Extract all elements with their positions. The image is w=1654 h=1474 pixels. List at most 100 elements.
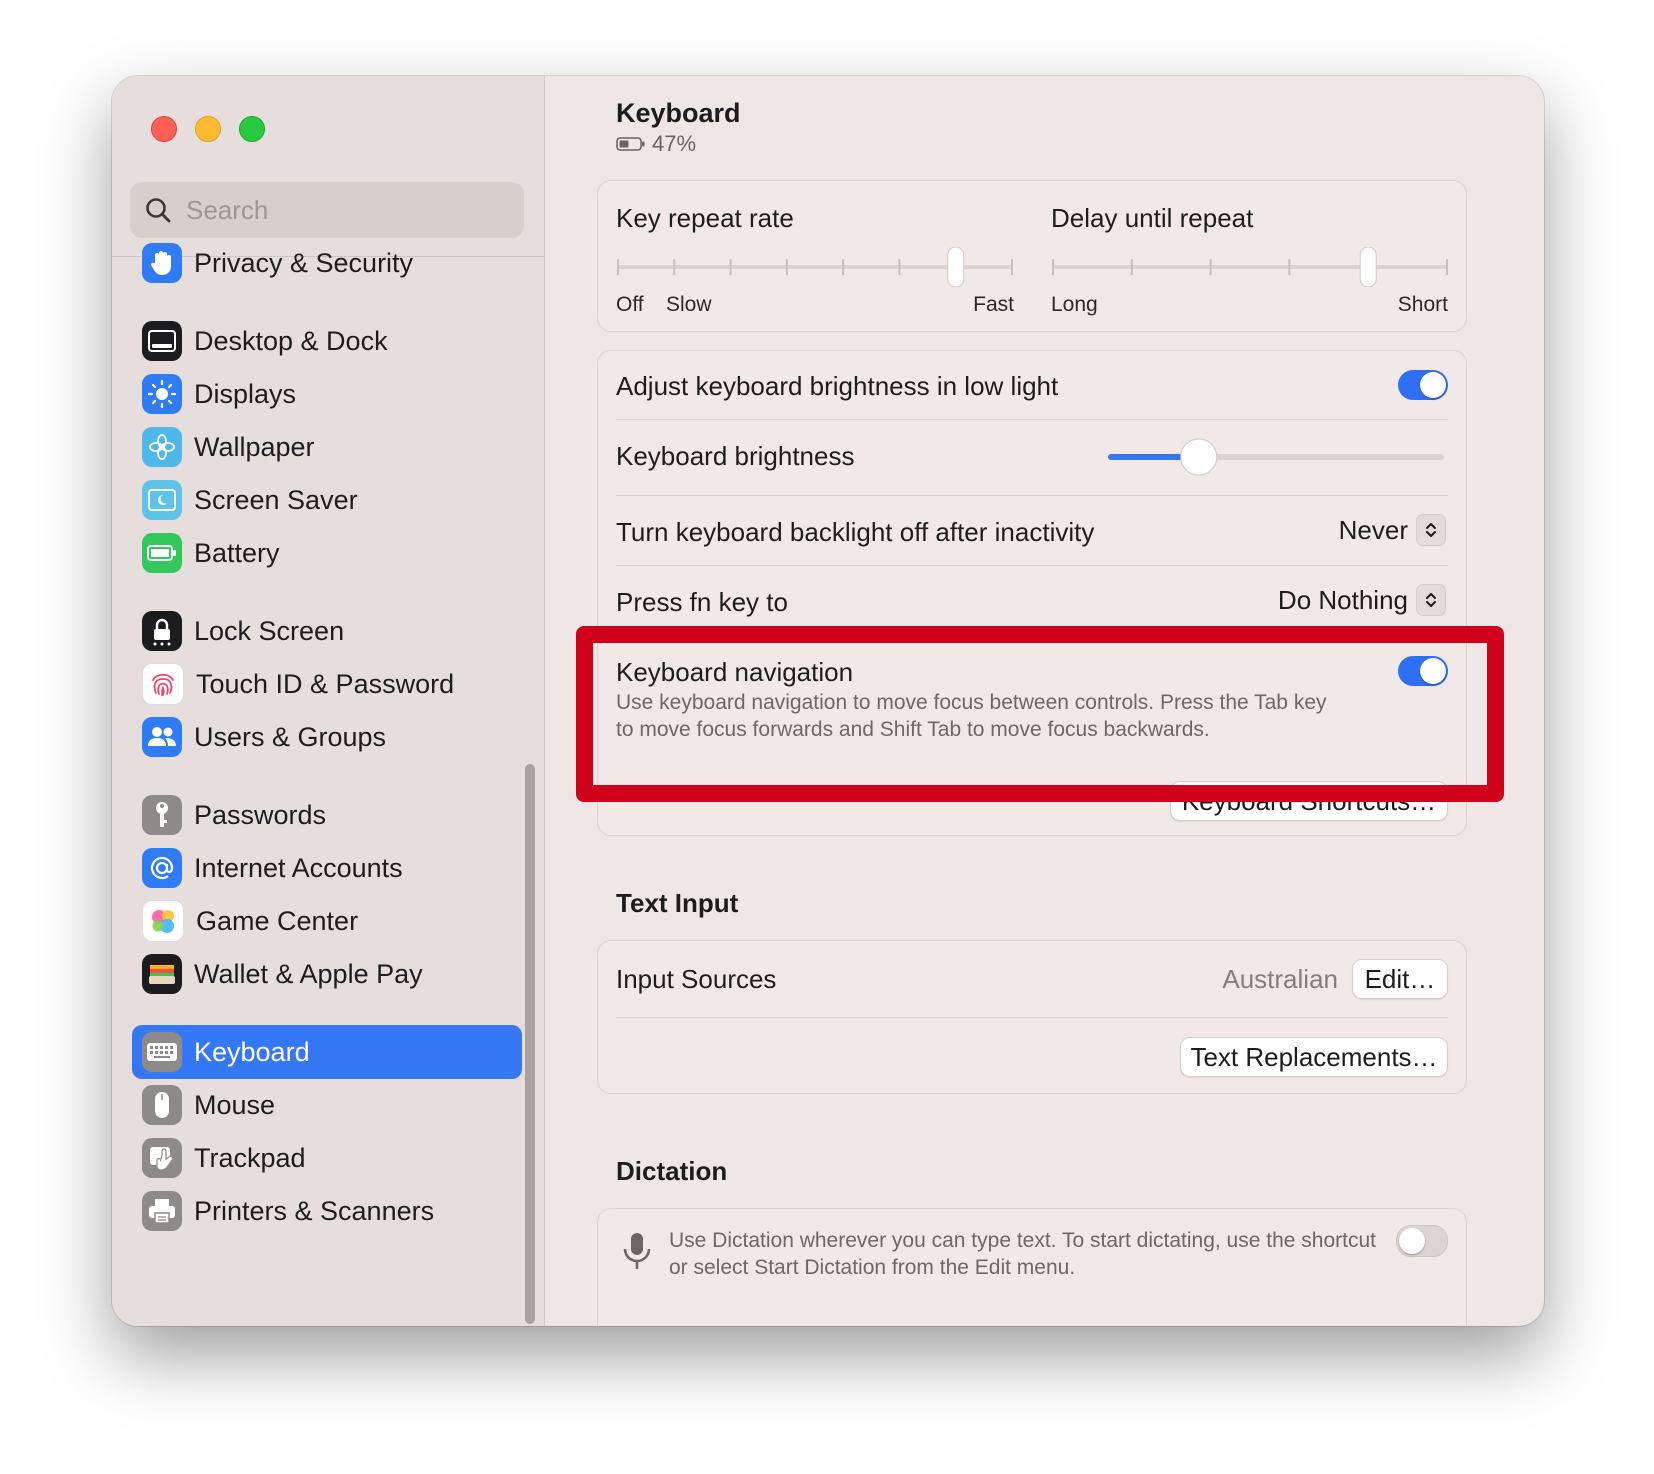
key-repeat-slider-knob[interactable] (947, 247, 965, 287)
sidebar-item-label: Privacy & Security (194, 247, 414, 278)
keyboard-brightness-slider[interactable] (1104, 435, 1448, 479)
search-input[interactable] (184, 193, 488, 227)
sidebar-item-label: Game Center (196, 905, 359, 936)
keyboard-navigation-description-line2: to move focus forwards and Shift Tab to … (616, 718, 1210, 741)
battery-percent: 47% (652, 131, 697, 156)
sidebar-item-game-center[interactable]: Game Center (132, 894, 522, 948)
input-sources-value: Australian (1222, 964, 1338, 994)
settings-window: Privacy & Security Desktop & Dock Displa… (112, 76, 1544, 1326)
delay-slider-tick (1130, 259, 1133, 275)
divider (616, 495, 1448, 496)
sidebar-item-label: Touch ID & Password (196, 668, 455, 699)
sidebar-item-keyboard[interactable]: Keyboard (132, 1025, 522, 1079)
adjust-brightness-toggle[interactable] (1398, 370, 1448, 400)
window-controls (151, 116, 265, 142)
sidebar-item-passwords[interactable]: Passwords (132, 788, 522, 842)
page-title: Keyboard (616, 98, 741, 128)
repeat-card: Key repeat rate Delay until repeat Off S… (597, 180, 1467, 332)
sidebar-item-label: Printers & Scanners (194, 1195, 435, 1226)
keyboard-shortcuts-button[interactable]: Keyboard Shortcuts… (1170, 781, 1448, 821)
flower-icon (142, 427, 182, 467)
sidebar-list: Privacy & Security Desktop & Dock Displa… (112, 242, 544, 1326)
adjust-brightness-label: Adjust keyboard brightness in low light (616, 371, 1059, 401)
text-replacements-button[interactable]: Text Replacements… (1180, 1037, 1448, 1077)
key-repeat-slow-label: Slow (666, 293, 712, 316)
keyboard-settings-card: Adjust keyboard brightness in low light … (597, 350, 1467, 836)
delay-slider-knob[interactable] (1359, 247, 1377, 287)
dictation-card: Use Dictation wherever you can type text… (597, 1208, 1467, 1326)
battery-status: 47% (616, 131, 696, 157)
screen-saver-icon (142, 480, 182, 520)
fingerprint-icon (142, 663, 184, 705)
keyboard-navigation-toggle[interactable] (1398, 656, 1448, 686)
sidebar-item-label: Desktop & Dock (194, 325, 388, 356)
dictation-toggle[interactable] (1396, 1225, 1448, 1257)
key-repeat-slider[interactable] (614, 247, 1016, 287)
wallet-icon (142, 954, 182, 994)
input-sources-label: Input Sources (616, 964, 777, 994)
text-input-card: Input Sources Australian Edit… Text Repl… (597, 940, 1467, 1094)
dictation-heading: Dictation (616, 1156, 728, 1186)
sidebar-item-trackpad[interactable]: Trackpad (132, 1131, 522, 1185)
sidebar-item-privacy-security[interactable]: Privacy & Security (132, 242, 522, 290)
sidebar-item-touch-id[interactable]: Touch ID & Password (132, 657, 522, 711)
text-input-heading: Text Input (616, 888, 739, 918)
main-pane: Keyboard 47% Key repeat rate Delay until… (545, 76, 1544, 1326)
delay-slider-track[interactable] (1053, 265, 1447, 269)
sidebar-item-battery[interactable]: Battery (132, 526, 522, 580)
search-field[interactable] (130, 182, 524, 238)
zoom-button[interactable] (239, 116, 265, 142)
sidebar-item-label: Wallpaper (194, 431, 315, 462)
key-icon (142, 795, 182, 835)
sidebar-item-desktop-dock[interactable]: Desktop & Dock (132, 314, 522, 368)
sidebar-item-users-groups[interactable]: Users & Groups (132, 710, 522, 764)
dock-icon (142, 321, 182, 361)
sidebar: Privacy & Security Desktop & Dock Displa… (112, 76, 545, 1326)
sidebar-item-lock-screen[interactable]: Lock Screen (132, 604, 522, 658)
key-repeat-min-label: Off (616, 293, 644, 316)
hand-icon (142, 243, 182, 283)
game-center-icon (142, 900, 184, 942)
close-button[interactable] (151, 116, 177, 142)
sidebar-item-label: Wallet & Apple Pay (194, 958, 423, 989)
mouse-icon (142, 1085, 182, 1125)
keyboard-navigation-label: Keyboard navigation (616, 657, 854, 687)
sidebar-item-label: Passwords (194, 799, 327, 830)
sidebar-item-label: Keyboard (194, 1036, 310, 1067)
sidebar-item-label: Mouse (194, 1089, 276, 1120)
backlight-off-popup[interactable]: Never (1339, 514, 1446, 546)
minimize-button[interactable] (195, 116, 221, 142)
sidebar-item-label: Displays (194, 378, 297, 409)
delay-slider[interactable] (1049, 247, 1451, 287)
delay-slider-tick (1052, 259, 1054, 275)
sidebar-scrollbar[interactable] (525, 764, 535, 1324)
sidebar-item-mouse[interactable]: Mouse (132, 1078, 522, 1132)
key-repeat-slider-tick (1011, 259, 1013, 275)
sun-icon (142, 374, 182, 414)
battery-level-icon (616, 137, 645, 151)
delay-max-label: Short (1397, 293, 1448, 316)
brightness-knob[interactable] (1180, 438, 1218, 476)
sidebar-item-internet-accounts[interactable]: Internet Accounts (132, 841, 522, 895)
sidebar-item-wallet[interactable]: Wallet & Apple Pay (132, 947, 522, 1001)
sidebar-item-displays[interactable]: Displays (132, 367, 522, 421)
sidebar-item-wallpaper[interactable]: Wallpaper (132, 420, 522, 474)
at-icon (142, 848, 182, 888)
microphone-icon (623, 1233, 651, 1269)
sidebar-item-label: Lock Screen (194, 615, 345, 646)
dictation-description-line2: or select Start Dictation from the Edit … (669, 1256, 1076, 1279)
sidebar-item-label: Trackpad (194, 1142, 306, 1173)
key-repeat-slider-tick (729, 259, 732, 275)
input-sources-edit-button[interactable]: Edit… (1352, 959, 1448, 999)
sidebar-item-printers[interactable]: Printers & Scanners (132, 1184, 522, 1238)
fn-key-popup[interactable]: Do Nothing (1278, 584, 1446, 616)
chevron-updown-icon (1416, 584, 1446, 616)
key-repeat-slider-tick (842, 259, 845, 275)
divider (616, 565, 1448, 566)
chevron-updown-icon (1416, 514, 1446, 546)
sidebar-item-label: Users & Groups (194, 721, 387, 752)
sidebar-item-screen-saver[interactable]: Screen Saver (132, 473, 522, 527)
delay-label: Delay until repeat (1051, 203, 1254, 233)
battery-icon (142, 533, 182, 573)
delay-slider-tick (1209, 259, 1212, 275)
